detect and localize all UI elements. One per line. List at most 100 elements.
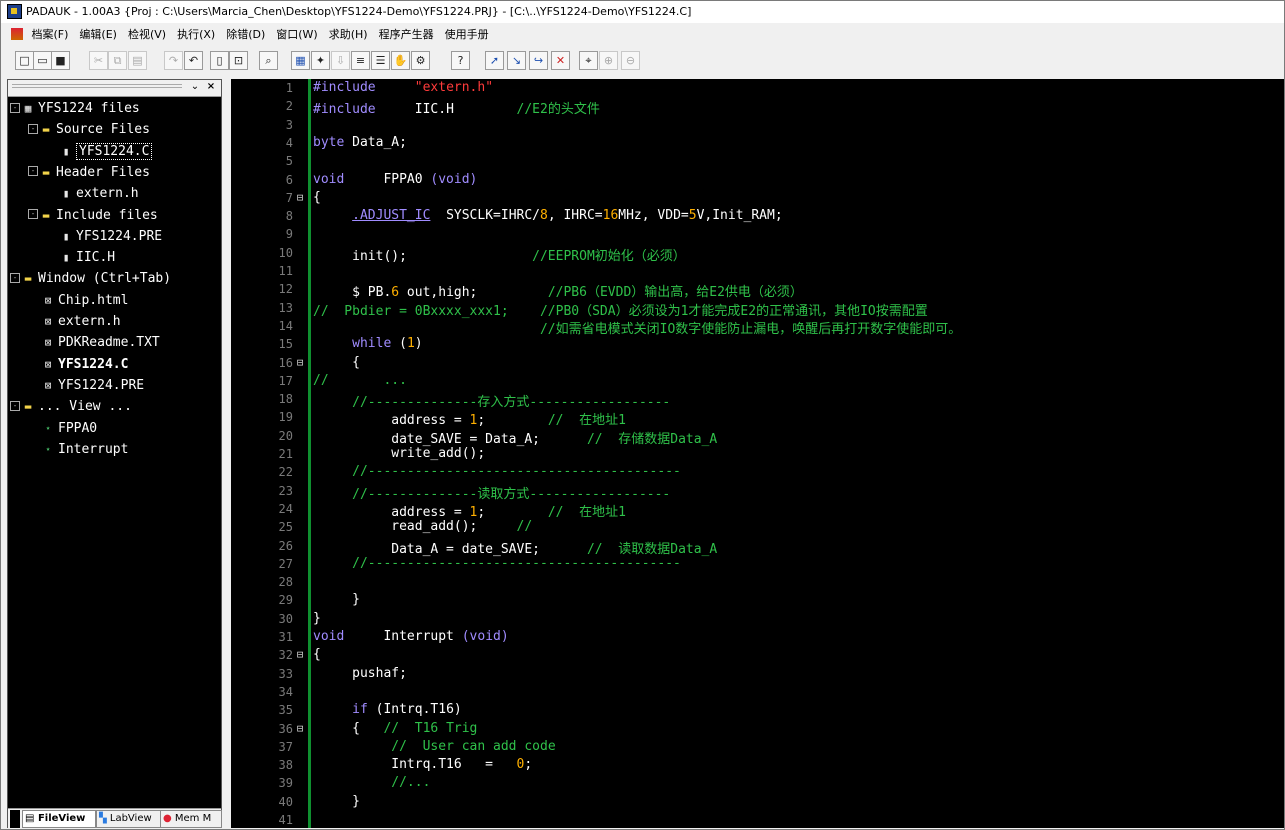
tree-item[interactable]: ⊠ PDKReadme.TXT — [42, 333, 160, 353]
find-replace-icon[interactable]: ⌕ — [259, 51, 278, 70]
code-line[interactable]: } — [313, 611, 321, 626]
writer-icon[interactable]: ≡ — [351, 51, 370, 70]
collapse-icon[interactable]: - — [10, 102, 20, 113]
tree-item[interactable]: ▮ YFS1224.C — [60, 142, 153, 162]
code-line[interactable]: //--------------读取方式------------------ — [313, 483, 670, 502]
file-view-icon[interactable]: ▯ — [210, 51, 229, 70]
stop-icon[interactable]: ✋ — [391, 51, 410, 70]
code-line[interactable]: // Pbdier = 0Bxxxx_xxx1; //PB0（SDA）必须设为1… — [313, 300, 928, 319]
tree-item[interactable]: ⊠ YFS1224.C — [42, 355, 129, 375]
code-line[interactable]: //--------------------------------------… — [313, 464, 681, 479]
find-prev-icon[interactable]: ⊖ — [621, 51, 640, 70]
menu-item[interactable]: 编辑(E) — [79, 25, 117, 45]
fold-toggle-icon[interactable]: ⊟ — [295, 356, 305, 369]
undo-icon[interactable]: ↶ — [184, 51, 203, 70]
redo-icon[interactable]: ↷ — [164, 51, 183, 70]
collapse-icon[interactable]: - — [10, 400, 20, 411]
tab-labview[interactable]: ▚ LabView — [96, 810, 162, 828]
clear-breakpoints-icon[interactable]: ✕ — [551, 51, 570, 70]
tree-item[interactable]: ⊠ Chip.html — [42, 291, 129, 311]
open-file-icon[interactable]: ▭ — [33, 51, 52, 70]
collapse-icon[interactable]: - — [28, 209, 38, 219]
code-line[interactable]: void FPPA0 (void) — [313, 172, 477, 187]
code-line[interactable]: $ PB.6 out,high; //PB6（EVDD）输出高，给E2供电（必须… — [313, 281, 803, 300]
code-line[interactable]: Intrq.T16 = 0; — [313, 757, 532, 772]
code-line[interactable]: { // T16 Trig — [313, 721, 477, 736]
download-icon[interactable]: ⇩ — [331, 51, 350, 70]
code-line[interactable]: //--------------存入方式------------------ — [313, 391, 670, 410]
fold-toggle-icon[interactable]: ⊟ — [295, 648, 305, 661]
step-into-icon[interactable]: ↘ — [507, 51, 526, 70]
find-icon[interactable]: ⌖ — [579, 51, 598, 70]
code-line[interactable]: while (1) — [313, 336, 422, 351]
sidebar-grip[interactable] — [12, 84, 182, 88]
code-line[interactable]: { — [313, 647, 321, 662]
code-line[interactable]: #include IIC.H //E2的头文件 — [313, 98, 600, 117]
build-icon[interactable]: ✦ — [311, 51, 330, 70]
paste-icon[interactable]: ▤ — [128, 51, 147, 70]
chevron-down-icon[interactable]: ⌄ — [189, 81, 201, 93]
code-line[interactable]: if (Intrq.T16) — [313, 702, 462, 717]
code-line[interactable]: read_add(); // — [313, 519, 532, 534]
pane-splitter[interactable] — [223, 79, 231, 828]
tab-memory[interactable]: ● Mem M — [160, 810, 222, 828]
code-editor[interactable]: 1 #include "extern.h" 2 #include IIC.H //E2… — [231, 79, 1284, 828]
settings-icon[interactable]: ⚙ — [411, 51, 430, 70]
list-icon[interactable]: ☰ — [371, 51, 390, 70]
find-next-icon[interactable]: ⊕ — [599, 51, 618, 70]
fold-toggle-icon[interactable]: ⊟ — [295, 722, 305, 735]
menu-item[interactable]: 检视(V) — [128, 25, 166, 45]
tree-item[interactable]: ▮ extern.h — [60, 184, 139, 204]
code-line[interactable]: .ADJUST_IC SYSCLK=IHRC/8, IHRC=16MHz, VD… — [313, 208, 783, 223]
new-file-icon[interactable]: □ — [15, 51, 34, 70]
code-line[interactable]: // User can add code — [313, 739, 555, 754]
tree-item[interactable]: - ▬ Include files — [28, 206, 158, 226]
code-line[interactable]: } — [313, 592, 360, 607]
code-line[interactable]: address = 1; // 在地址1 — [313, 409, 626, 428]
copy-icon[interactable]: ⧉ — [108, 51, 127, 70]
document-menu-icon[interactable] — [11, 28, 23, 40]
code-line[interactable]: //--------------------------------------… — [313, 556, 681, 571]
collapse-icon[interactable]: - — [10, 272, 20, 283]
menu-item[interactable]: 窗口(W) — [276, 25, 317, 45]
tree-item[interactable]: - ▬ ... View ... — [10, 397, 132, 417]
collapse-icon[interactable]: - — [28, 123, 38, 134]
close-icon[interactable]: × — [205, 81, 217, 93]
help-icon[interactable]: ? — [451, 51, 470, 70]
code-line[interactable]: //如需省电模式关闭IO数字使能防止漏电，唤醒后再打开数字使能即可。 — [313, 318, 961, 337]
tab-fileview[interactable]: ▤ FileView — [22, 810, 96, 828]
tree-item[interactable]: - ▬ Source Files — [28, 120, 150, 140]
tree-item[interactable]: ⋆ Interrupt — [42, 440, 129, 460]
tree-item[interactable]: ⊠ YFS1224.PRE — [42, 376, 144, 396]
code-line[interactable]: //... — [313, 775, 430, 790]
tree-item[interactable]: ⋆ FPPA0 — [42, 419, 97, 439]
code-line[interactable]: byte Data_A; — [313, 135, 407, 150]
menu-item[interactable]: 求助(H) — [329, 25, 368, 45]
code-line[interactable]: // ... — [313, 373, 407, 388]
code-line[interactable]: address = 1; // 在地址1 — [313, 501, 626, 520]
code-line[interactable]: } — [313, 794, 360, 809]
fold-toggle-icon[interactable]: ⊟ — [295, 191, 305, 204]
tree-item[interactable]: ▮ IIC.H — [60, 248, 115, 268]
tab-scroll-left[interactable] — [10, 810, 20, 828]
code-line[interactable]: write_add(); — [313, 446, 485, 461]
code-line[interactable]: { — [313, 190, 321, 205]
code-line[interactable]: Data_A = date_SAVE; // 读取数据Data_A — [313, 538, 717, 557]
tree-item[interactable]: ▮ YFS1224.PRE — [60, 227, 162, 247]
menu-item[interactable]: 程序产生器 — [379, 25, 434, 45]
code-line[interactable]: date_SAVE = Data_A; // 存储数据Data_A — [313, 428, 717, 447]
tree-item[interactable]: - ▦ YFS1224 files — [10, 99, 140, 119]
menu-item[interactable]: 除错(D) — [226, 25, 265, 45]
tree-item[interactable]: - ▬ Header Files — [28, 163, 150, 183]
collapse-icon[interactable]: - — [28, 166, 38, 177]
menu-item[interactable]: 执行(X) — [177, 25, 215, 45]
run-icon[interactable]: ➚ — [485, 51, 504, 70]
compile-icon[interactable]: ▦ — [291, 51, 310, 70]
code-line[interactable]: pushaf; — [313, 666, 407, 681]
cut-icon[interactable]: ✂ — [89, 51, 108, 70]
code-line[interactable]: init(); //EEPROM初始化（必须） — [313, 245, 686, 264]
step-over-icon[interactable]: ↪ — [529, 51, 548, 70]
tree-item[interactable]: ⊠ extern.h — [42, 312, 121, 332]
save-icon[interactable]: ■ — [51, 51, 70, 70]
tree-item[interactable]: - ▬ Window (Ctrl+Tab) — [10, 269, 171, 289]
